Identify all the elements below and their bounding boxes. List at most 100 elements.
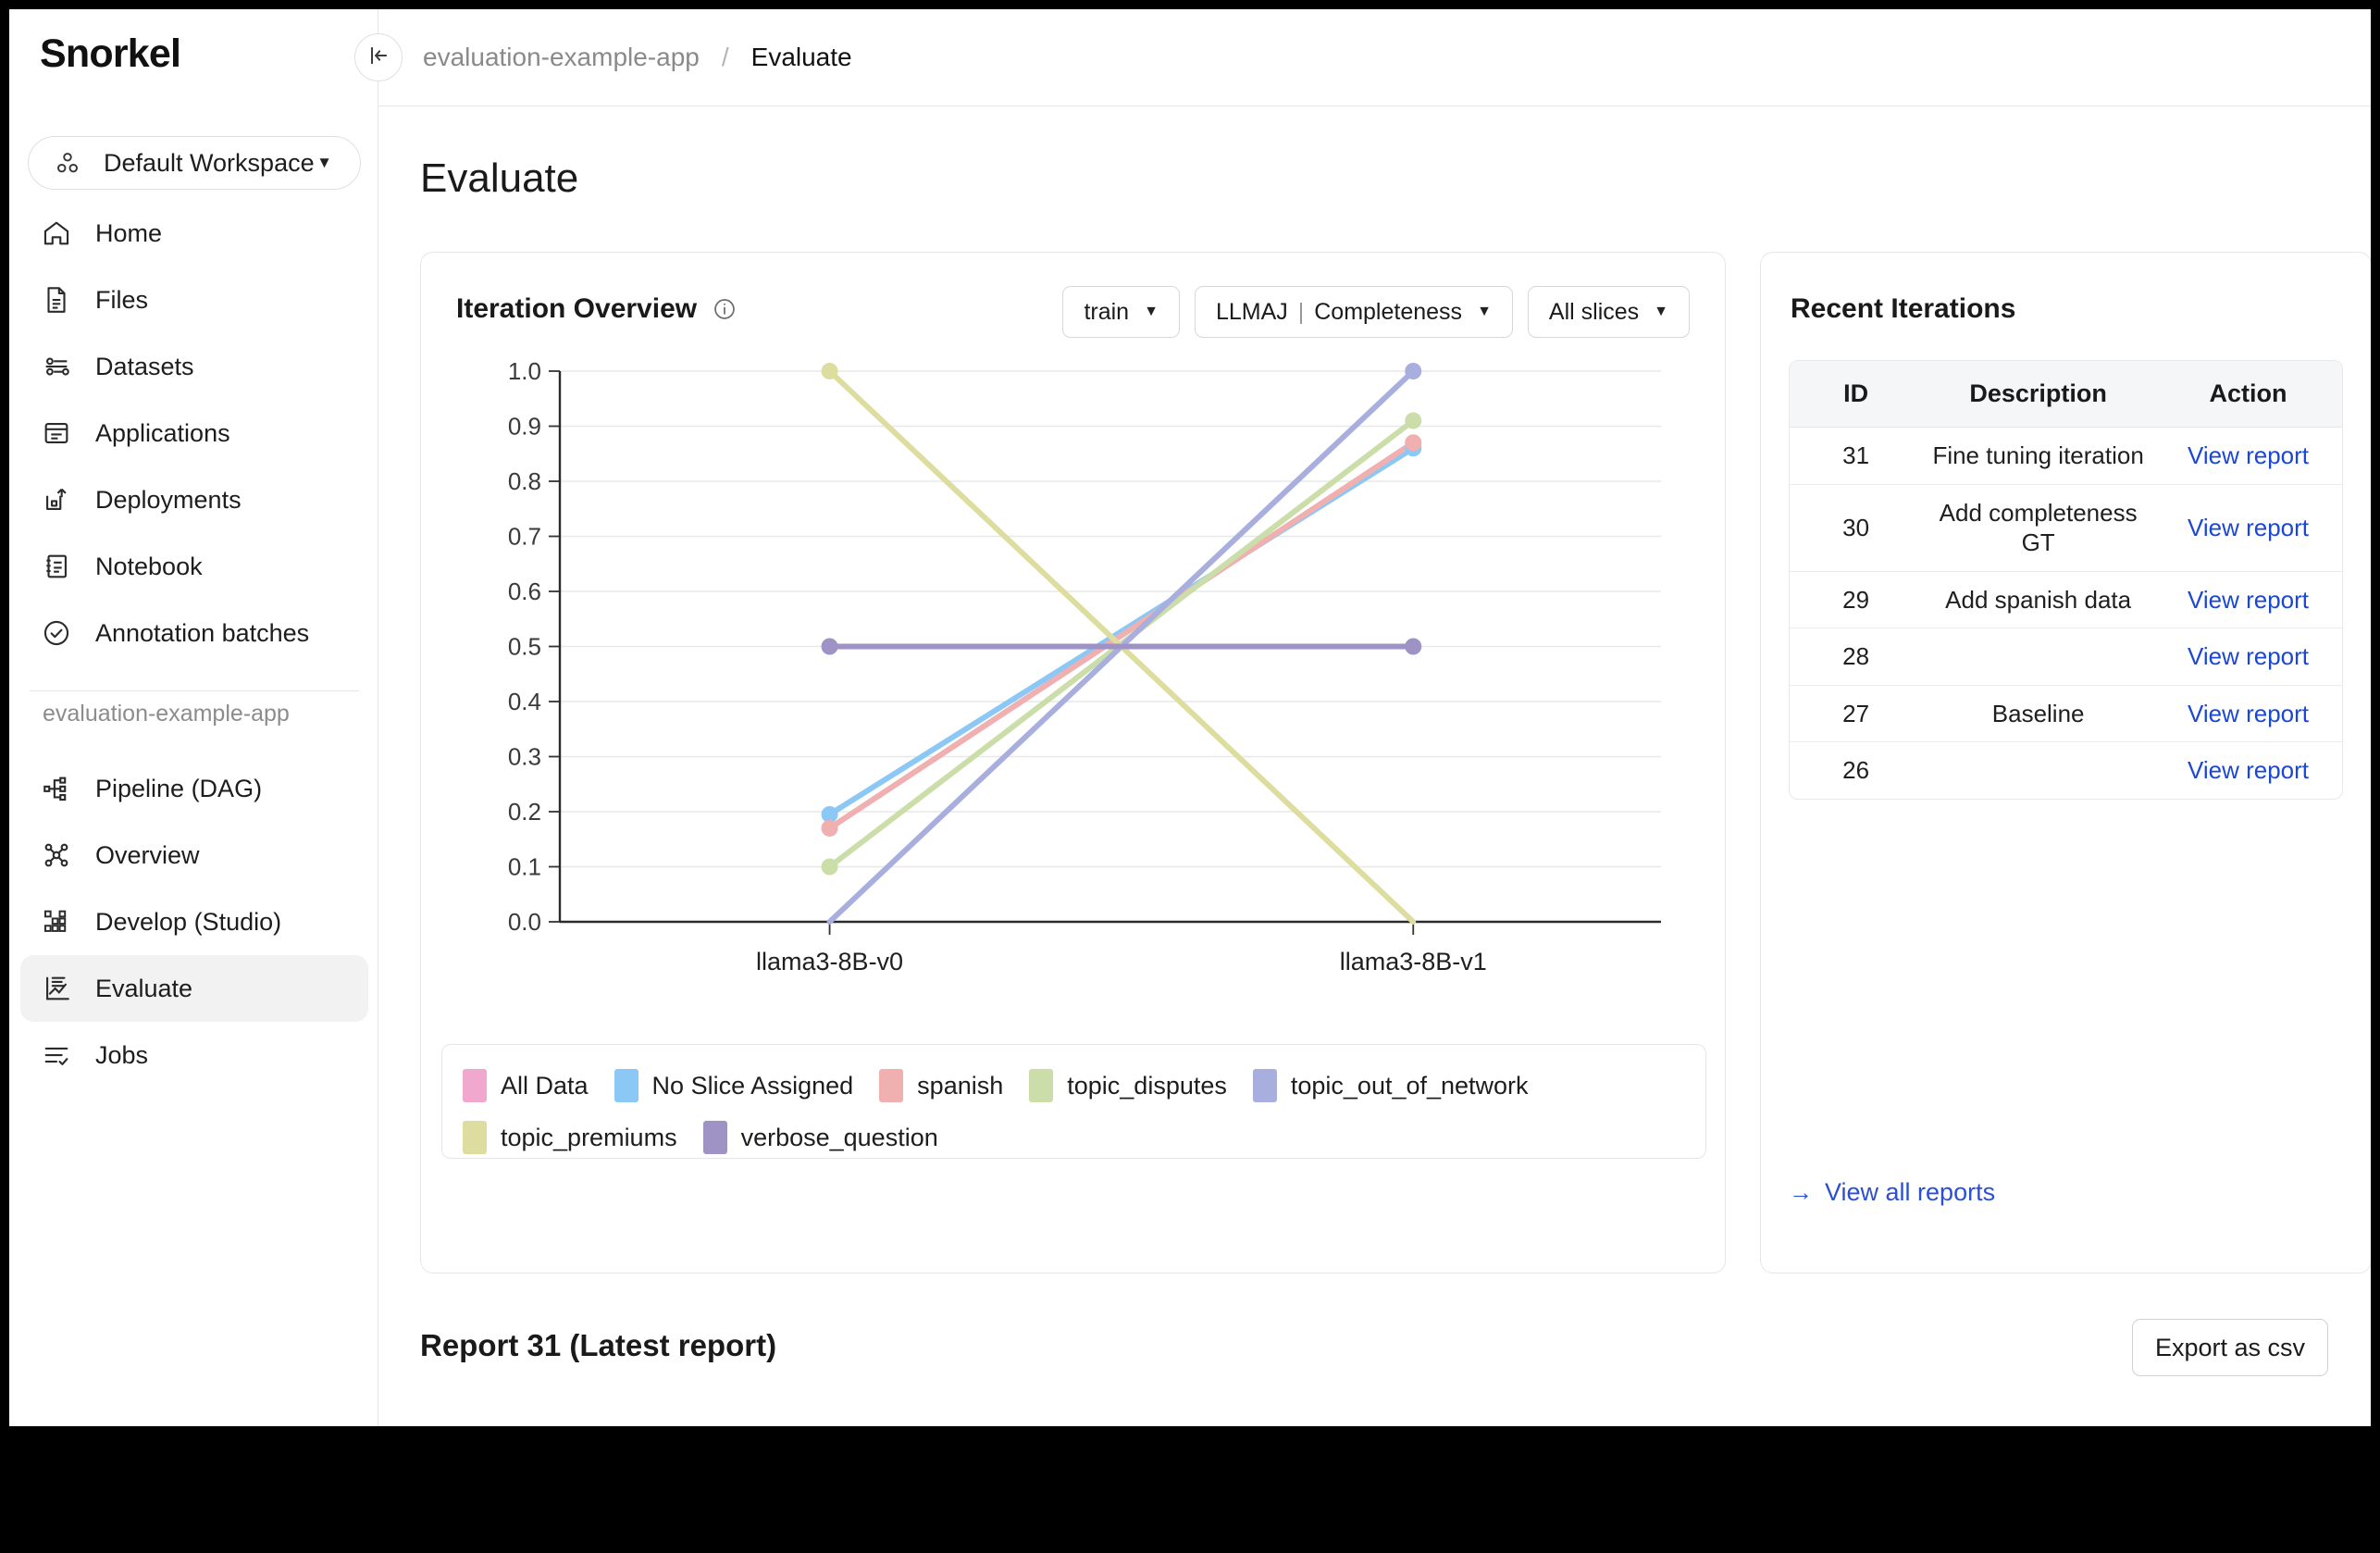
- cell-id: 30: [1790, 484, 1923, 572]
- sidebar-item-pipeline-dag[interactable]: Pipeline (DAG): [20, 755, 368, 822]
- y-axis-tick-label: 0.3: [508, 743, 541, 771]
- table-header-row: ID Description Action: [1790, 361, 2342, 428]
- sidebar-section-label: evaluation-example-app: [43, 701, 290, 727]
- workspace-selector[interactable]: Default Workspace ▼: [28, 136, 361, 190]
- dag-icon: [41, 773, 72, 804]
- split-dropdown[interactable]: train ▼: [1062, 286, 1180, 338]
- y-axis-tick-label: 1.0: [508, 357, 541, 385]
- check-circle-icon: [41, 617, 72, 649]
- breadcrumb-app[interactable]: evaluation-example-app: [423, 43, 700, 72]
- breadcrumb-separator: /: [721, 43, 729, 71]
- graph-nodes-icon: [41, 839, 72, 871]
- legend-swatch-icon: [1252, 1069, 1277, 1102]
- y-axis-tick-label: 0.1: [508, 853, 541, 881]
- cell-id: 29: [1790, 571, 1923, 628]
- chevron-down-icon: ▼: [1144, 304, 1159, 319]
- metric-separator: |: [1297, 298, 1305, 325]
- home-icon: [41, 217, 72, 249]
- chevron-down-icon: ▼: [1654, 304, 1668, 319]
- legend-label: verbose_question: [740, 1123, 938, 1151]
- recent-iterations-card: Recent Iterations ID Description Action …: [1760, 252, 2371, 1273]
- table-row: 26 View report: [1790, 742, 2342, 799]
- chart-legend: All Data No Slice Assigned spanish topic_di…: [441, 1044, 1706, 1159]
- y-axis-tick-label: 0.2: [508, 798, 541, 826]
- sidebar-item-applications[interactable]: Applications: [20, 400, 368, 466]
- data-point[interactable]: [821, 363, 838, 379]
- y-axis-tick-label: 0.4: [508, 688, 541, 715]
- data-point[interactable]: [1405, 638, 1422, 655]
- report-title: Report 31 (Latest report): [420, 1328, 777, 1362]
- cell-id: 31: [1790, 427, 1923, 485]
- sidebar-item-label: Home: [95, 218, 163, 247]
- x-axis-tick-label: llama3-8B-v1: [1340, 948, 1487, 975]
- slices-dropdown-label: All slices: [1548, 298, 1640, 325]
- sidebar-item-jobs[interactable]: Jobs: [20, 1022, 368, 1088]
- info-icon[interactable]: [713, 297, 737, 321]
- data-point[interactable]: [1405, 363, 1422, 379]
- view-report-link[interactable]: View report: [2188, 586, 2309, 614]
- cell-action: View report: [2154, 484, 2342, 572]
- collapse-sidebar-button[interactable]: [354, 33, 403, 81]
- view-report-link[interactable]: View report: [2188, 756, 2309, 784]
- legend-item[interactable]: verbose_question: [702, 1121, 938, 1154]
- sidebar-item-notebook[interactable]: Notebook: [20, 533, 368, 600]
- legend-swatch-icon: [1029, 1069, 1054, 1102]
- sidebar-item-evaluate[interactable]: Evaluate: [20, 955, 368, 1022]
- cell-action: View report: [2154, 742, 2342, 799]
- chevron-down-icon: ▼: [316, 154, 332, 171]
- legend-item[interactable]: topic_premiums: [463, 1121, 677, 1154]
- primary-nav: Home Files Datasets Applications Deploym…: [20, 200, 368, 666]
- table-row: 27 Baseline View report: [1790, 685, 2342, 742]
- export-as-csv-button[interactable]: Export as csv: [2131, 1319, 2328, 1376]
- view-report-link[interactable]: View report: [2188, 441, 2309, 469]
- legend-label: spanish: [917, 1071, 1004, 1100]
- y-axis-tick-label: 0.8: [508, 467, 541, 495]
- legend-item[interactable]: topic_out_of_network: [1252, 1069, 1529, 1102]
- sidebar-divider: [30, 690, 359, 691]
- view-report-link[interactable]: View report: [2188, 514, 2309, 541]
- notebook-icon: [41, 551, 72, 582]
- sidebar-item-label: Deployments: [95, 485, 242, 514]
- data-point[interactable]: [821, 638, 838, 655]
- collapse-sidebar-icon: [366, 43, 391, 73]
- y-axis-tick-label: 0.9: [508, 413, 541, 441]
- legend-swatch-icon: [463, 1069, 487, 1102]
- cell-action: View report: [2154, 571, 2342, 628]
- sidebar-item-develop-studio[interactable]: Develop (Studio): [20, 888, 368, 955]
- table-row: 29 Add spanish data View report: [1790, 571, 2342, 628]
- legend-item[interactable]: topic_disputes: [1029, 1069, 1227, 1102]
- sidebar-item-home[interactable]: Home: [20, 200, 368, 267]
- cell-id: 27: [1790, 685, 1923, 742]
- legend-item[interactable]: All Data: [463, 1069, 589, 1102]
- view-report-link[interactable]: View report: [2188, 700, 2309, 727]
- report-section-header: Report 31 (Latest report) Export as csv: [420, 1319, 2328, 1393]
- applications-icon: [41, 417, 72, 449]
- data-point[interactable]: [1405, 412, 1422, 429]
- view-report-link[interactable]: View report: [2188, 642, 2309, 670]
- metric-dropdown[interactable]: LLMAJ | Completeness ▼: [1194, 286, 1513, 338]
- cell-description: Fine tuning iteration: [1922, 427, 2154, 485]
- legend-item[interactable]: spanish: [879, 1069, 1003, 1102]
- main-content: Evaluate Iteration Overview train ▼ LLMA…: [378, 106, 2371, 1426]
- chevron-down-icon: ▼: [1477, 304, 1492, 319]
- y-axis-tick-label: 0.5: [508, 633, 541, 661]
- sidebar-item-label: Applications: [95, 418, 230, 447]
- cell-action: View report: [2154, 427, 2342, 485]
- sidebar-item-overview[interactable]: Overview: [20, 822, 368, 888]
- sidebar-item-datasets[interactable]: Datasets: [20, 333, 368, 400]
- data-point[interactable]: [821, 819, 838, 837]
- cell-description: [1922, 742, 2154, 799]
- slices-dropdown[interactable]: All slices ▼: [1527, 286, 1690, 338]
- iterations-table-body: 31 Fine tuning iteration View report 30 Add …: [1790, 427, 2342, 799]
- view-all-reports-link[interactable]: → View all reports: [1789, 1178, 1995, 1207]
- recent-iterations-title: Recent Iterations: [1791, 293, 2016, 324]
- sidebar-item-deployments[interactable]: Deployments: [20, 466, 368, 533]
- sidebar-item-annotation-batches[interactable]: Annotation batches: [20, 600, 368, 666]
- sidebar-item-files[interactable]: Files: [20, 267, 368, 333]
- y-axis-tick-label: 0.0: [508, 908, 541, 936]
- legend-swatch-icon: [879, 1069, 904, 1102]
- data-point[interactable]: [1405, 434, 1422, 452]
- legend-item[interactable]: No Slice Assigned: [614, 1069, 853, 1102]
- data-point[interactable]: [821, 858, 838, 876]
- split-dropdown-label: train: [1084, 298, 1130, 325]
